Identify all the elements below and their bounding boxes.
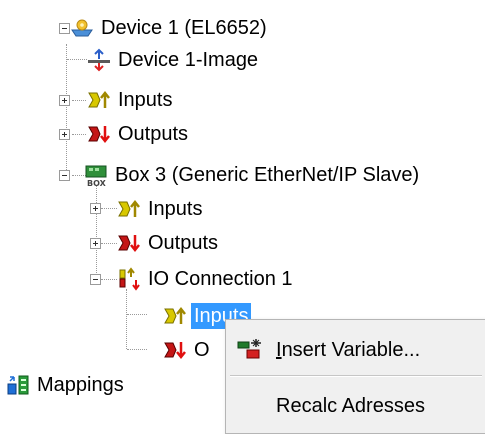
- menu-item-label: Insert Variable...: [276, 339, 420, 362]
- expander-device[interactable]: [59, 23, 70, 34]
- tree-line: [101, 279, 117, 280]
- tree-item-label: Mappings: [37, 374, 124, 396]
- device-gear-icon: [71, 19, 93, 37]
- tree-item-label: Inputs: [148, 198, 203, 220]
- tree-item-label: Device 1-Image: [118, 49, 259, 71]
- tree-item-label: O: [194, 339, 210, 361]
- tree-item-device-inputs[interactable]: Inputs: [87, 85, 172, 115]
- context-menu: Insert Variable... Recalc Adresses: [225, 319, 485, 434]
- tree-item-device[interactable]: Device 1 (EL6652): [70, 13, 267, 43]
- tree-line: [127, 349, 147, 350]
- menu-item-insert-variable[interactable]: Insert Variable...: [228, 328, 484, 372]
- device-image-icon: [88, 48, 110, 72]
- tree-item-device-outputs[interactable]: Outputs: [87, 119, 188, 149]
- expander-box[interactable]: [59, 170, 70, 181]
- io-connection-icon: [119, 267, 140, 291]
- tree-item-label: IO Connection 1: [148, 268, 293, 290]
- menu-label-rest: nsert Variable...: [281, 338, 421, 361]
- inputs-icon: [118, 199, 140, 217]
- box-icon: BOX: [85, 165, 107, 187]
- expander-device-inputs[interactable]: [59, 95, 70, 106]
- tree-item-mappings[interactable]: Mappings: [6, 370, 124, 400]
- tree-item-label: Outputs: [148, 232, 219, 254]
- tree-line: [66, 44, 67, 134]
- outputs-icon: [164, 342, 186, 360]
- tree-item-box-outputs[interactable]: Outputs: [117, 228, 218, 258]
- tree-item-io-outputs[interactable]: O: [163, 335, 210, 365]
- tree-line: [101, 208, 117, 209]
- inputs-icon: [164, 306, 186, 324]
- tree-line: [101, 243, 117, 244]
- menu-item-label: Recalc Adresses: [276, 394, 425, 417]
- tree-item-io-connection[interactable]: IO Connection 1: [117, 264, 293, 294]
- expander-box-inputs[interactable]: [90, 203, 101, 214]
- inputs-icon: [88, 90, 110, 108]
- tree-item-device-image[interactable]: Device 1-Image: [87, 45, 258, 75]
- outputs-icon: [118, 235, 140, 253]
- tree-line: [127, 314, 147, 315]
- tree-line: [72, 100, 86, 101]
- menu-item-recalc-adresses[interactable]: Recalc Adresses: [228, 384, 484, 428]
- expander-device-outputs[interactable]: [59, 129, 70, 140]
- tree-item-label: Inputs: [118, 89, 173, 111]
- tree-item-box-inputs[interactable]: Inputs: [117, 194, 202, 224]
- menu-separator-highlight: [230, 376, 482, 377]
- tree-item-label: Device 1 (EL6652): [101, 17, 267, 39]
- tree-line: [126, 289, 127, 349]
- expander-box-outputs[interactable]: [90, 238, 101, 249]
- tree-line: [96, 185, 97, 243]
- outputs-icon: [88, 126, 110, 144]
- tree-line: [72, 134, 86, 135]
- expander-io-connection[interactable]: [90, 274, 101, 285]
- tree-item-label: Box 3 (Generic EtherNet/IP Slave): [115, 164, 420, 186]
- svg-text:BOX: BOX: [87, 179, 107, 187]
- mappings-icon: [7, 375, 29, 395]
- tree-item-box[interactable]: BOX Box 3 (Generic EtherNet/IP Slave): [84, 160, 419, 190]
- tree-item-label: Outputs: [118, 123, 189, 145]
- insert-variable-icon: [237, 339, 261, 359]
- tree-line: [67, 59, 87, 60]
